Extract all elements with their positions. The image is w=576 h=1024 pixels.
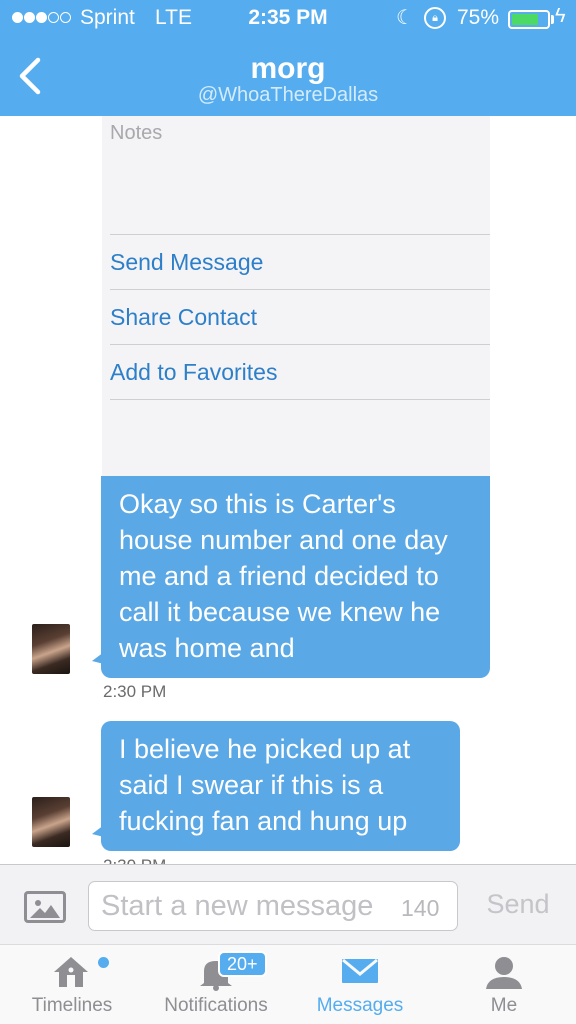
tab-label: Messages bbox=[316, 995, 404, 1016]
person-icon bbox=[486, 957, 522, 989]
charging-bolt-icon: ϟ bbox=[555, 5, 566, 27]
tab-notifications[interactable]: 20+ Notifications bbox=[148, 945, 284, 1024]
tab-label: Notifications bbox=[164, 995, 268, 1016]
sender-avatar[interactable] bbox=[32, 797, 70, 847]
unread-dot bbox=[98, 957, 109, 968]
card-divider bbox=[110, 289, 490, 290]
battery-percentage: 75% bbox=[457, 6, 500, 29]
status-bar: Sprint LTE 2:35 PM ☾ 🔒︎ 75% ϟ bbox=[0, 0, 576, 38]
tab-label: Timelines bbox=[31, 995, 113, 1016]
image-icon bbox=[30, 900, 60, 918]
home-icon bbox=[54, 957, 88, 987]
rotation-lock-icon: 🔒︎ bbox=[424, 7, 446, 29]
message-bubble[interactable]: I believe he picked up at said I swear i… bbox=[92, 721, 460, 851]
do-not-disturb-moon-icon: ☾ bbox=[396, 7, 414, 29]
conversation-handle: @WhoaThereDallas bbox=[197, 84, 379, 106]
sender-avatar[interactable] bbox=[32, 624, 70, 674]
envelope-icon bbox=[342, 958, 378, 983]
notes-label: Notes bbox=[110, 122, 163, 144]
tab-messages[interactable]: Messages bbox=[300, 945, 420, 1024]
battery-tip bbox=[551, 15, 554, 24]
card-divider bbox=[110, 234, 490, 235]
app-header: Sprint LTE 2:35 PM ☾ 🔒︎ 75% ϟ morg @Whoa… bbox=[0, 0, 576, 116]
battery-icon bbox=[508, 10, 550, 29]
message-timestamp: 2:30 PM bbox=[103, 682, 167, 701]
card-divider bbox=[110, 399, 490, 400]
message-bubble[interactable]: Okay so this is Carter's house number an… bbox=[92, 476, 490, 678]
conversation-title: morg bbox=[250, 52, 326, 85]
character-count: 140 bbox=[401, 895, 440, 921]
send-button[interactable]: Send bbox=[478, 889, 558, 925]
battery-fill bbox=[512, 14, 538, 25]
add-to-favorites-action: Add to Favorites bbox=[110, 359, 278, 385]
card-divider bbox=[110, 344, 490, 345]
compose-bar: 140 Send bbox=[0, 864, 576, 944]
add-photo-button[interactable] bbox=[24, 891, 66, 923]
tab-timelines[interactable]: Timelines bbox=[14, 945, 130, 1024]
notifications-badge: 20+ bbox=[218, 951, 267, 977]
tab-label: Me bbox=[490, 995, 518, 1016]
conversation-thread[interactable]: Notes Send Message Share Contact Add to … bbox=[0, 116, 576, 864]
tab-bar: Timelines 20+ Notifications Messages Me bbox=[0, 944, 576, 1024]
message-timestamp: 2:30 PM bbox=[103, 856, 166, 864]
tab-me[interactable]: Me bbox=[446, 945, 562, 1024]
share-contact-action: Share Contact bbox=[110, 304, 258, 330]
contact-card-image[interactable]: Notes Send Message Share Contact Add to … bbox=[102, 116, 490, 476]
send-message-action: Send Message bbox=[110, 249, 264, 275]
